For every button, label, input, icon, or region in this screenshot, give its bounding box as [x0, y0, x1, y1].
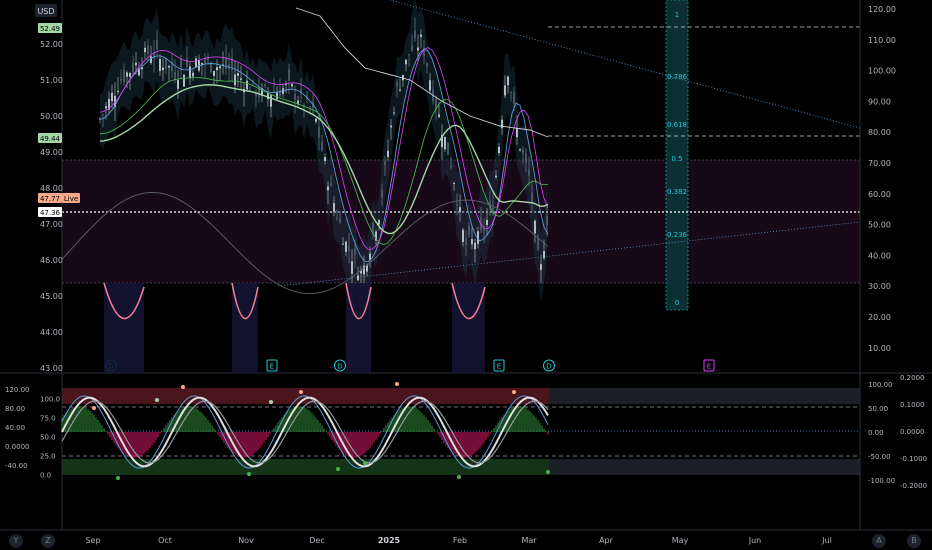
left-price-tick: 43.00 [40, 364, 63, 373]
osc-left-tick: 0.0 [40, 472, 51, 480]
osc-left-tick: 100.0 [40, 396, 60, 404]
event-marker-label: D [546, 363, 551, 371]
osc-trough-dot [457, 475, 461, 479]
time-tick-label: Apr [599, 536, 614, 545]
fib-level-label: 0 [675, 299, 679, 307]
osc-trough-dot [336, 467, 340, 471]
bottom-icon-b[interactable]: B [907, 534, 921, 548]
cycle-trough-zone [104, 283, 144, 373]
fib-level-label: 1 [675, 11, 679, 19]
time-tick-label: Nov [238, 536, 254, 545]
price-badge-text: Live [64, 195, 78, 203]
osc-peak-dot [92, 406, 96, 410]
left-price-tick: 49.00 [40, 148, 63, 157]
event-marker-label: E [270, 363, 274, 371]
osc-right-tick: -100.00 [868, 477, 895, 485]
price-badge-text: 47.36 [40, 209, 61, 217]
time-tick-label: 2025 [378, 536, 401, 545]
osc-left-tick: 50.0 [40, 434, 56, 442]
left-price-tick: 50.00 [40, 112, 63, 121]
fib-level-label: 0.618 [667, 121, 687, 129]
osc-peak-dot [299, 390, 303, 394]
event-marker-label: E [497, 363, 501, 371]
fib-level-label: 0.236 [667, 231, 688, 239]
osc-peak-dot [395, 382, 399, 386]
time-tick-label: May [672, 536, 689, 545]
time-tick-label: Mar [521, 536, 537, 545]
left-price-tick: 47.00 [40, 220, 63, 229]
osc-right-tick: 0.00 [868, 429, 884, 437]
osc-right-tick-secondary: 0.2000 [900, 374, 925, 382]
left-price-tick: 52.00 [40, 40, 63, 49]
osc-trough-dot [116, 476, 120, 480]
time-tick-label: Jun [748, 536, 762, 545]
osc-left-tick: 25.0 [40, 453, 56, 461]
osc-trough-dot [363, 461, 367, 465]
osc-trough-dot [247, 472, 251, 476]
fib-level-label: 0.382 [667, 188, 687, 196]
right-price-tick: 100.00 [868, 67, 896, 76]
time-tick-label: Oct [158, 536, 172, 545]
osc-peak-dot [512, 390, 516, 394]
bottom-icon-z[interactable]: Z [41, 534, 55, 548]
time-tick-label: Sep [85, 536, 100, 545]
osc-right-tick: -50.00 [868, 453, 891, 461]
chart-canvas: 10.7860.6180.50.3820.2360DEDEDE USD 52.0… [0, 0, 932, 550]
fib-level-label: 0.5 [671, 155, 682, 163]
osc-left-tick: 75.0 [40, 415, 56, 423]
osc-right-tick-secondary: 0.1000 [900, 401, 925, 409]
osc-left-tick: 0.0000 [5, 443, 30, 451]
right-price-tick: 70.00 [868, 159, 891, 168]
fib-level-label: 0.786 [667, 73, 688, 81]
osc-peak-dot [181, 385, 185, 389]
osc-left-tick: 120.00 [5, 386, 30, 394]
osc-trough-dot [546, 470, 550, 474]
bottom-icon-y[interactable]: Y [9, 534, 23, 548]
time-tick-label: Jul [821, 536, 832, 545]
left-price-tick: 48.00 [40, 184, 63, 193]
osc-left-tick: 40.00 [5, 424, 25, 432]
osc-right-tick-secondary: -0.2000 [900, 482, 927, 490]
bottom-icon-a[interactable]: A [872, 534, 886, 548]
right-price-tick: 10.00 [868, 344, 891, 353]
left-price-tick: 46.00 [40, 256, 63, 265]
osc-right-tick-secondary: -0.1000 [900, 455, 927, 463]
left-price-tick: 44.00 [40, 328, 63, 337]
event-marker-label: E [707, 363, 711, 371]
right-price-tick: 20.00 [868, 313, 891, 322]
cycle-trough-zone [452, 283, 485, 373]
cycle-trough-zone [346, 283, 371, 373]
time-tick-label: Feb [453, 536, 467, 545]
right-price-tick: 90.00 [868, 97, 891, 106]
osc-right-tick: 100.00 [868, 381, 893, 389]
cycle-trough-zone [232, 283, 258, 373]
right-price-tick: 120.00 [868, 5, 896, 14]
osc-peak-dot [155, 398, 159, 402]
price-badge-text: 49.44 [40, 135, 61, 143]
osc-left-tick: 80.00 [5, 405, 25, 413]
right-price-tick: 110.00 [868, 36, 896, 45]
osc-right-tick-secondary: 0.0000 [900, 428, 925, 436]
right-price-tick: 50.00 [868, 221, 891, 230]
osc-left-tick: -40.00 [5, 462, 28, 470]
price-badge-text: 52.49 [40, 25, 60, 33]
currency-label: USD [37, 7, 54, 16]
overbought-zone-future [549, 388, 860, 404]
time-tick-label: Dec [309, 536, 324, 545]
osc-right-tick: 50.00 [868, 405, 888, 413]
right-price-tick: 40.00 [868, 251, 891, 260]
price-badge-text: 47.77 [40, 195, 60, 203]
right-price-tick: 30.00 [868, 282, 891, 291]
event-marker-label: D [337, 363, 342, 371]
oversold-zone-future [549, 459, 860, 475]
right-price-tick: 80.00 [868, 128, 891, 137]
right-price-tick: 60.00 [868, 190, 891, 199]
osc-peak-dot [269, 400, 273, 404]
left-price-tick: 51.00 [40, 76, 63, 85]
left-price-tick: 45.00 [40, 292, 63, 301]
